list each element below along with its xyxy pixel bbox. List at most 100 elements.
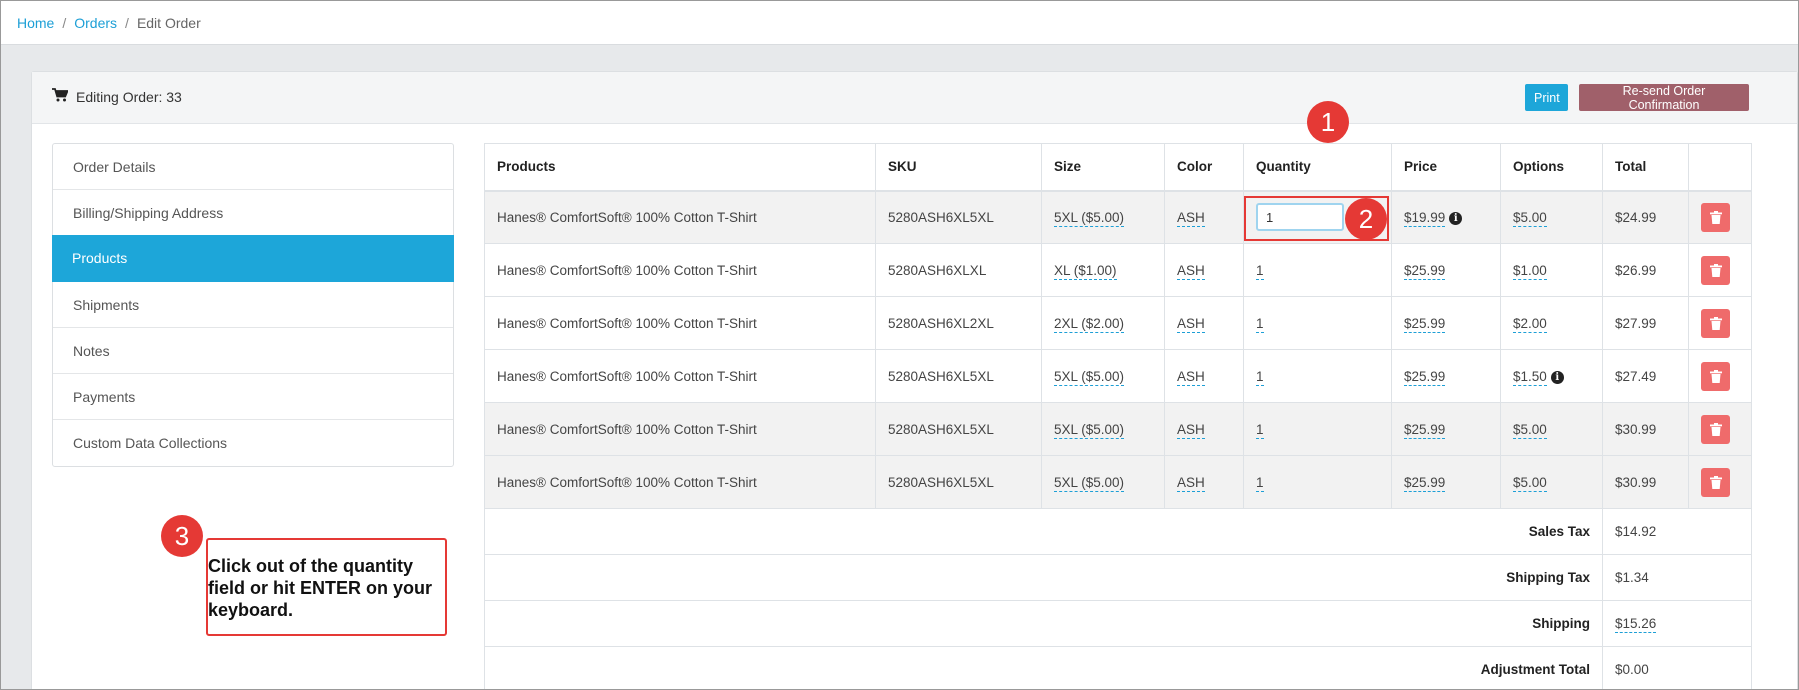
- product-name: Hanes® ComfortSoft® 100% Cotton T-Shirt: [484, 243, 876, 297]
- price-editable[interactable]: $19.99: [1404, 209, 1446, 227]
- size-editable[interactable]: 5XL ($5.00): [1054, 474, 1125, 492]
- price-cell: $25.99: [1391, 402, 1501, 456]
- actions-cell: [1688, 190, 1752, 244]
- price-editable[interactable]: $25.99: [1404, 474, 1446, 492]
- summary-row-adjustment: Adjustment Total $0.00: [484, 646, 1752, 690]
- quantity-cell: 1: [1243, 349, 1392, 403]
- options-editable[interactable]: $1.50: [1513, 368, 1547, 386]
- summary-label: Sales Tax: [484, 508, 1603, 555]
- quantity-cell: 1: [1243, 455, 1392, 509]
- delete-button[interactable]: [1701, 255, 1730, 285]
- price-editable[interactable]: $25.99: [1404, 315, 1446, 333]
- options-editable[interactable]: $2.00: [1513, 315, 1547, 333]
- shipping-editable[interactable]: $15.26: [1615, 616, 1657, 633]
- table-row: Hanes® ComfortSoft® 100% Cotton T-Shirt …: [484, 243, 1752, 297]
- size-cell: 5XL ($5.00): [1041, 190, 1165, 244]
- color-cell: ASH: [1164, 296, 1244, 350]
- size-editable[interactable]: 5XL ($5.00): [1054, 368, 1125, 386]
- breadcrumb-orders[interactable]: Orders: [74, 15, 117, 31]
- size-editable[interactable]: 5XL ($5.00): [1054, 209, 1125, 227]
- info-icon[interactable]: i: [1550, 370, 1564, 384]
- column-header-options: Options: [1500, 143, 1603, 192]
- color-editable[interactable]: ASH: [1177, 474, 1205, 492]
- color-cell: ASH: [1164, 190, 1244, 244]
- options-editable[interactable]: $1.00: [1513, 262, 1547, 280]
- color-editable[interactable]: ASH: [1177, 315, 1205, 333]
- delete-button[interactable]: [1701, 361, 1730, 391]
- color-cell: ASH: [1164, 402, 1244, 456]
- breadcrumb-home[interactable]: Home: [17, 15, 54, 31]
- delete-button[interactable]: [1701, 414, 1730, 444]
- quantity-editable[interactable]: 1: [1256, 262, 1264, 280]
- sidebar-item-custom-data[interactable]: Custom Data Collections: [53, 420, 453, 466]
- table-row: Hanes® ComfortSoft® 100% Cotton T-Shirt …: [484, 402, 1752, 456]
- color-editable[interactable]: ASH: [1177, 209, 1205, 227]
- trash-icon: [1709, 263, 1722, 277]
- product-name: Hanes® ComfortSoft® 100% Cotton T-Shirt: [484, 190, 876, 244]
- quantity-cell: 1: [1243, 402, 1392, 456]
- options-editable[interactable]: $5.00: [1513, 474, 1547, 492]
- sidebar-item-billing-shipping[interactable]: Billing/Shipping Address: [53, 190, 453, 236]
- size-cell: 5XL ($5.00): [1041, 402, 1165, 456]
- sidebar-nav: Order Details Billing/Shipping Address P…: [52, 143, 454, 467]
- options-cell: $5.00: [1500, 402, 1603, 456]
- sidebar-item-products[interactable]: Products: [52, 235, 454, 282]
- color-editable[interactable]: ASH: [1177, 262, 1205, 280]
- delete-button[interactable]: [1701, 202, 1730, 232]
- quantity-editable[interactable]: 1: [1256, 474, 1264, 492]
- step-badge-1: 1: [1307, 101, 1349, 143]
- sidebar-item-shipments[interactable]: Shipments: [53, 282, 453, 328]
- sidebar-item-order-details[interactable]: Order Details: [53, 144, 453, 190]
- price-cell: $25.99: [1391, 349, 1501, 403]
- color-cell: ASH: [1164, 349, 1244, 403]
- delete-button[interactable]: [1701, 308, 1730, 338]
- table-row: Hanes® ComfortSoft® 100% Cotton T-Shirt …: [484, 296, 1752, 350]
- breadcrumb-separator: /: [62, 15, 67, 31]
- table-header-row: Products SKU Size Color Quantity Price O…: [484, 143, 1752, 192]
- trash-icon: [1709, 422, 1722, 436]
- quantity-editable[interactable]: 1: [1256, 368, 1264, 386]
- breadcrumb-current: Edit Order: [136, 15, 201, 31]
- sidebar-item-notes[interactable]: Notes: [53, 328, 453, 374]
- sidebar-item-payments[interactable]: Payments: [53, 374, 453, 420]
- size-cell: 5XL ($5.00): [1041, 349, 1165, 403]
- quantity-cell: 1: [1243, 243, 1392, 297]
- price-editable[interactable]: $25.99: [1404, 262, 1446, 280]
- resend-confirmation-button[interactable]: Re-send Order Confirmation: [1579, 84, 1749, 112]
- options-editable[interactable]: $5.00: [1513, 421, 1547, 439]
- size-editable[interactable]: XL ($1.00): [1054, 262, 1117, 280]
- product-name: Hanes® ComfortSoft® 100% Cotton T-Shirt: [484, 296, 876, 350]
- cart-icon: [52, 88, 69, 105]
- summary-label: Shipping Tax: [484, 554, 1603, 601]
- price-editable[interactable]: $25.99: [1404, 421, 1446, 439]
- column-header-actions: [1688, 143, 1752, 192]
- options-editable[interactable]: $5.00: [1513, 209, 1547, 227]
- quantity-editable[interactable]: 1: [1256, 421, 1264, 439]
- color-editable[interactable]: ASH: [1177, 368, 1205, 386]
- actions-cell: [1688, 296, 1752, 350]
- column-header-quantity: Quantity: [1243, 143, 1392, 192]
- options-cell: $5.00: [1500, 190, 1603, 244]
- delete-button[interactable]: [1701, 467, 1730, 497]
- column-header-size: Size: [1041, 143, 1165, 192]
- sku-cell: 5280ASH6XL2XL: [875, 296, 1042, 350]
- size-editable[interactable]: 5XL ($5.00): [1054, 421, 1125, 439]
- product-name: Hanes® ComfortSoft® 100% Cotton T-Shirt: [484, 402, 876, 456]
- total-cell: $30.99: [1602, 455, 1689, 509]
- quantity-editable[interactable]: 1: [1256, 315, 1264, 333]
- price-editable[interactable]: $25.99: [1404, 368, 1446, 386]
- total-cell: $24.99: [1602, 190, 1689, 244]
- print-button[interactable]: Print: [1525, 84, 1568, 111]
- column-header-products: Products: [484, 143, 876, 192]
- size-editable[interactable]: 2XL ($2.00): [1054, 315, 1125, 333]
- info-icon[interactable]: i: [1449, 211, 1463, 225]
- summary-label: Shipping: [484, 600, 1603, 647]
- size-cell: XL ($1.00): [1041, 243, 1165, 297]
- actions-cell: [1688, 243, 1752, 297]
- color-editable[interactable]: ASH: [1177, 421, 1205, 439]
- options-cell: $1.00: [1500, 243, 1603, 297]
- sku-cell: 5280ASH6XL5XL: [875, 455, 1042, 509]
- summary-row-shipping-tax: Shipping Tax $1.34: [484, 554, 1752, 601]
- quantity-input[interactable]: [1256, 203, 1344, 232]
- trash-icon: [1709, 475, 1722, 489]
